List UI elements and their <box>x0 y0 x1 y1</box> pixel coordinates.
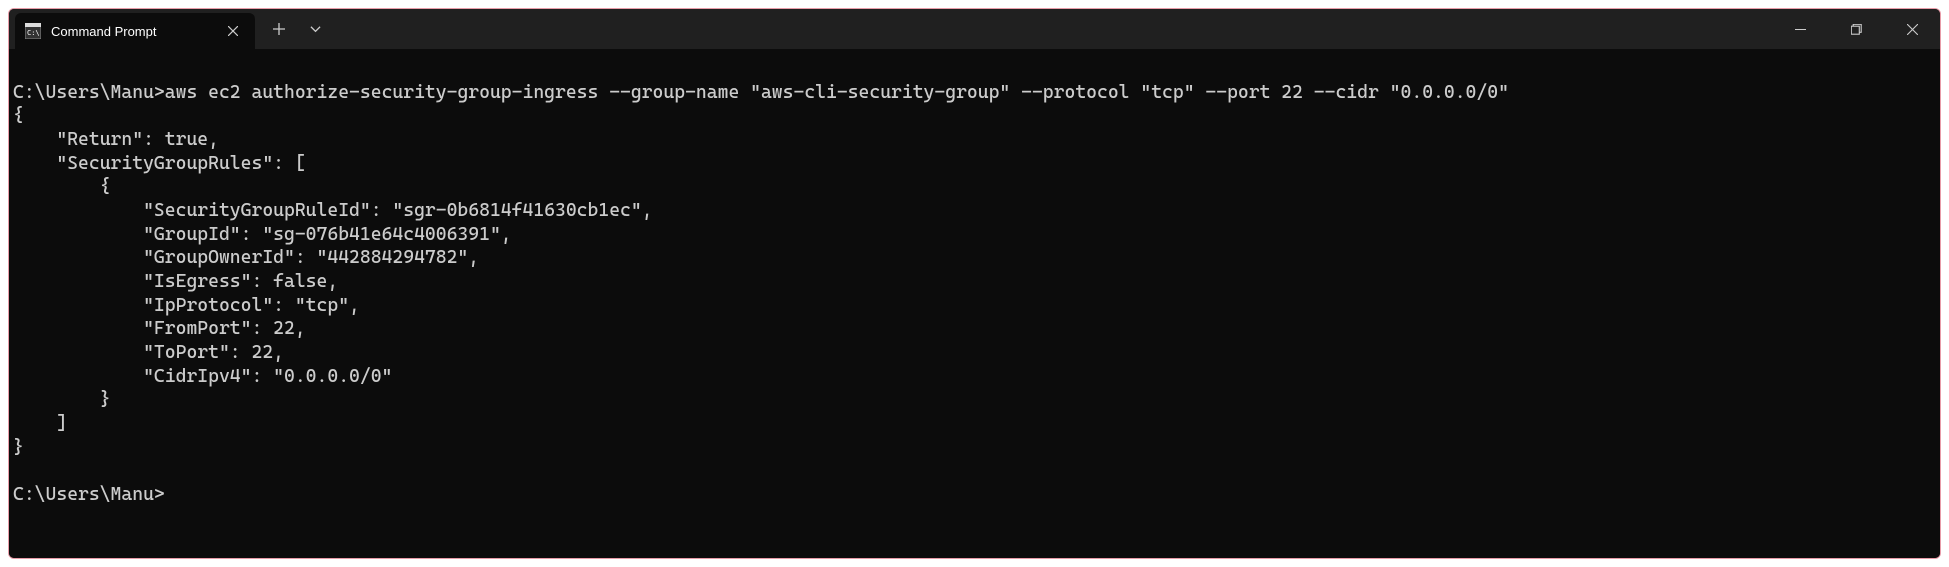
terminal-line: { <box>13 105 24 126</box>
cmd-icon: C:\ <box>25 23 41 39</box>
terminal-line: "CidrIpv4": "0.0.0.0/0" <box>13 366 392 387</box>
titlebar-drag-area[interactable] <box>333 9 1772 49</box>
svg-text:C:\: C:\ <box>27 29 40 37</box>
close-window-button[interactable] <box>1884 9 1940 49</box>
terminal-line: } <box>13 389 111 410</box>
maximize-button[interactable] <box>1828 9 1884 49</box>
terminal-line: "GroupId": "sg-076b41e64c4006391", <box>13 224 512 245</box>
terminal-line: "GroupOwnerId": "442884294782", <box>13 247 479 268</box>
tab-dropdown-button[interactable] <box>297 11 333 47</box>
terminal-line: C:\Users\Manu> <box>13 484 165 505</box>
terminal-line: } <box>13 437 24 458</box>
terminal-line: C:\Users\Manu>aws ec2 authorize-security… <box>13 82 1509 103</box>
terminal-line: "SecurityGroupRules": [ <box>13 153 306 174</box>
command-text: aws ec2 authorize-security-group-ingress… <box>165 82 1509 103</box>
terminal-line: ] <box>13 413 67 434</box>
terminal-line: "IsEgress": false, <box>13 271 338 292</box>
terminal-line: "FromPort": 22, <box>13 318 306 339</box>
terminal-content[interactable]: C:\Users\Manu>aws ec2 authorize-security… <box>9 49 1940 558</box>
terminal-line: "Return": true, <box>13 129 219 150</box>
terminal-line: "ToPort": 22, <box>13 342 284 363</box>
tab-actions <box>261 9 333 49</box>
terminal-line: "IpProtocol": "tcp", <box>13 295 360 316</box>
terminal-line: { <box>13 176 111 197</box>
new-tab-button[interactable] <box>261 11 297 47</box>
tab-title: Command Prompt <box>51 24 213 39</box>
terminal-window: C:\ Command Prompt <box>8 8 1941 559</box>
active-tab[interactable]: C:\ Command Prompt <box>15 13 255 49</box>
prompt: C:\Users\Manu> <box>13 484 165 505</box>
prompt: C:\Users\Manu> <box>13 82 165 103</box>
titlebar: C:\ Command Prompt <box>9 9 1940 49</box>
tab-close-button[interactable] <box>223 21 243 41</box>
terminal-line: "SecurityGroupRuleId": "sgr-0b6814f41630… <box>13 200 653 221</box>
window-controls <box>1772 9 1940 49</box>
minimize-button[interactable] <box>1772 9 1828 49</box>
